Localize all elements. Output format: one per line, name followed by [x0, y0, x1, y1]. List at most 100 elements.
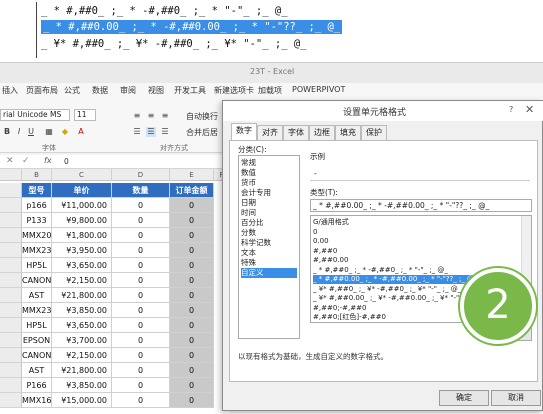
- table-header-cell[interactable]: 单价: [52, 183, 112, 198]
- table-cell[interactable]: ¥9,800.00: [52, 213, 112, 228]
- tab-alignment[interactable]: 对齐: [257, 125, 283, 140]
- table-cell[interactable]: MMX200: [22, 228, 52, 243]
- table-cell[interactable]: ¥1,800.00: [52, 228, 112, 243]
- category-item[interactable]: 文本: [241, 248, 297, 258]
- table-cell[interactable]: MMX233: [22, 303, 52, 318]
- category-item[interactable]: 自定义: [241, 268, 297, 278]
- table-cell[interactable]: HP5L: [22, 258, 52, 273]
- row-header[interactable]: [0, 243, 22, 258]
- col-header[interactable]: B: [22, 169, 52, 181]
- category-item[interactable]: 百分比: [241, 218, 297, 228]
- align-middle-icon[interactable]: ≡: [146, 111, 156, 121]
- table-cell[interactable]: ¥21,800.00: [52, 363, 112, 378]
- align-top-icon[interactable]: ≡: [132, 111, 142, 121]
- table-cell[interactable]: CANON: [22, 273, 52, 288]
- help-icon[interactable]: ?: [509, 105, 513, 114]
- row-header[interactable]: [0, 183, 22, 198]
- font-name-select[interactable]: rial Unicode MS: [0, 109, 70, 121]
- tab-powerpivot[interactable]: POWERPIVOT: [292, 85, 345, 94]
- table-cell[interactable]: 0: [170, 273, 214, 288]
- table-cell[interactable]: ¥3,650.00: [52, 258, 112, 273]
- category-item[interactable]: 会计专用: [241, 188, 297, 198]
- close-icon[interactable]: ✕: [525, 103, 534, 116]
- format-item[interactable]: 0: [313, 228, 521, 237]
- bold-icon[interactable]: B: [2, 127, 12, 137]
- table-header-cell[interactable]: 型号: [22, 183, 52, 198]
- category-item[interactable]: 数值: [241, 168, 297, 178]
- table-cell[interactable]: 0: [112, 303, 170, 318]
- table-cell[interactable]: 0: [112, 333, 170, 348]
- row-header[interactable]: [0, 363, 22, 378]
- table-cell[interactable]: 0: [112, 393, 170, 408]
- table-cell[interactable]: AST: [22, 363, 52, 378]
- font-color-icon[interactable]: A: [76, 127, 86, 137]
- type-input[interactable]: _ * #,##0.00_ ;_ * -#,##0.00_ ;_ * "-"??…: [310, 199, 532, 212]
- table-cell[interactable]: ¥21,800.00: [52, 288, 112, 303]
- category-item[interactable]: 特殊: [241, 258, 297, 268]
- table-cell[interactable]: 0: [170, 348, 214, 363]
- table-header-cell[interactable]: 订单金额: [170, 183, 214, 198]
- merge-center-button[interactable]: 合并后居: [186, 127, 218, 138]
- tab-number[interactable]: 数字: [231, 123, 257, 140]
- fx-icon[interactable]: fx: [44, 156, 52, 165]
- table-cell[interactable]: 0: [112, 273, 170, 288]
- table-cell[interactable]: ¥3,650.00: [52, 318, 112, 333]
- wrap-text-button[interactable]: 自动换行: [186, 111, 218, 122]
- confirm-icon[interactable]: ✓: [22, 156, 30, 166]
- tab-font[interactable]: 字体: [283, 125, 309, 140]
- row-header[interactable]: [0, 393, 22, 408]
- row-header[interactable]: [0, 378, 22, 393]
- table-cell[interactable]: ¥2,150.00: [52, 273, 112, 288]
- table-cell[interactable]: P133: [22, 213, 52, 228]
- table-cell[interactable]: 0: [112, 318, 170, 333]
- font-size-select[interactable]: 11: [74, 109, 96, 121]
- table-header-cell[interactable]: 数量: [112, 183, 170, 198]
- format-item[interactable]: G/通用格式: [313, 218, 521, 227]
- table-cell[interactable]: 0: [112, 213, 170, 228]
- table-cell[interactable]: 0: [170, 213, 214, 228]
- border-icon[interactable]: ▦: [44, 127, 54, 137]
- category-item[interactable]: 货币: [241, 178, 297, 188]
- row-header[interactable]: [0, 333, 22, 348]
- align-center-icon[interactable]: ☰: [146, 127, 156, 137]
- row-header[interactable]: [0, 348, 22, 363]
- table-cell[interactable]: ¥3,950.00: [52, 243, 112, 258]
- table-cell[interactable]: 0: [112, 228, 170, 243]
- table-cell[interactable]: 0: [112, 288, 170, 303]
- table-cell[interactable]: 0: [170, 198, 214, 213]
- table-cell[interactable]: MMX166: [22, 393, 52, 408]
- tab-view[interactable]: 视图: [148, 85, 164, 96]
- table-cell[interactable]: 0: [112, 258, 170, 273]
- row-header[interactable]: [0, 228, 22, 243]
- row-header[interactable]: [0, 258, 22, 273]
- format-item[interactable]: #,##0: [313, 247, 521, 256]
- col-header[interactable]: E: [170, 169, 214, 181]
- format-item[interactable]: 0.00: [313, 237, 521, 246]
- underline-icon[interactable]: U: [26, 127, 36, 137]
- table-cell[interactable]: 0: [170, 393, 214, 408]
- table-cell[interactable]: 0: [170, 333, 214, 348]
- table-cell[interactable]: 0: [112, 243, 170, 258]
- tab-data[interactable]: 数据: [92, 85, 108, 96]
- category-item[interactable]: 时间: [241, 208, 297, 218]
- table-cell[interactable]: 0: [112, 198, 170, 213]
- category-item[interactable]: 科学记数: [241, 238, 297, 248]
- table-cell[interactable]: ¥15,000.00: [52, 393, 112, 408]
- category-item[interactable]: 分数: [241, 228, 297, 238]
- align-right-icon[interactable]: ☰: [160, 127, 170, 137]
- category-item[interactable]: 常规: [241, 158, 297, 168]
- row-header[interactable]: [0, 198, 22, 213]
- table-cell[interactable]: 0: [112, 363, 170, 378]
- align-bottom-icon[interactable]: ≡: [160, 111, 170, 121]
- row-header[interactable]: [0, 288, 22, 303]
- table-cell[interactable]: 0: [112, 348, 170, 363]
- table-cell[interactable]: p166: [22, 198, 52, 213]
- table-cell[interactable]: ¥11,000.00: [52, 198, 112, 213]
- table-cell[interactable]: 0: [170, 258, 214, 273]
- italic-icon[interactable]: I: [14, 127, 24, 137]
- ok-button[interactable]: 确定: [439, 390, 489, 406]
- cancel-icon[interactable]: ✕: [6, 156, 14, 166]
- table-cell[interactable]: EPSON: [22, 333, 52, 348]
- table-cell[interactable]: HP5L: [22, 318, 52, 333]
- table-cell[interactable]: 0: [170, 303, 214, 318]
